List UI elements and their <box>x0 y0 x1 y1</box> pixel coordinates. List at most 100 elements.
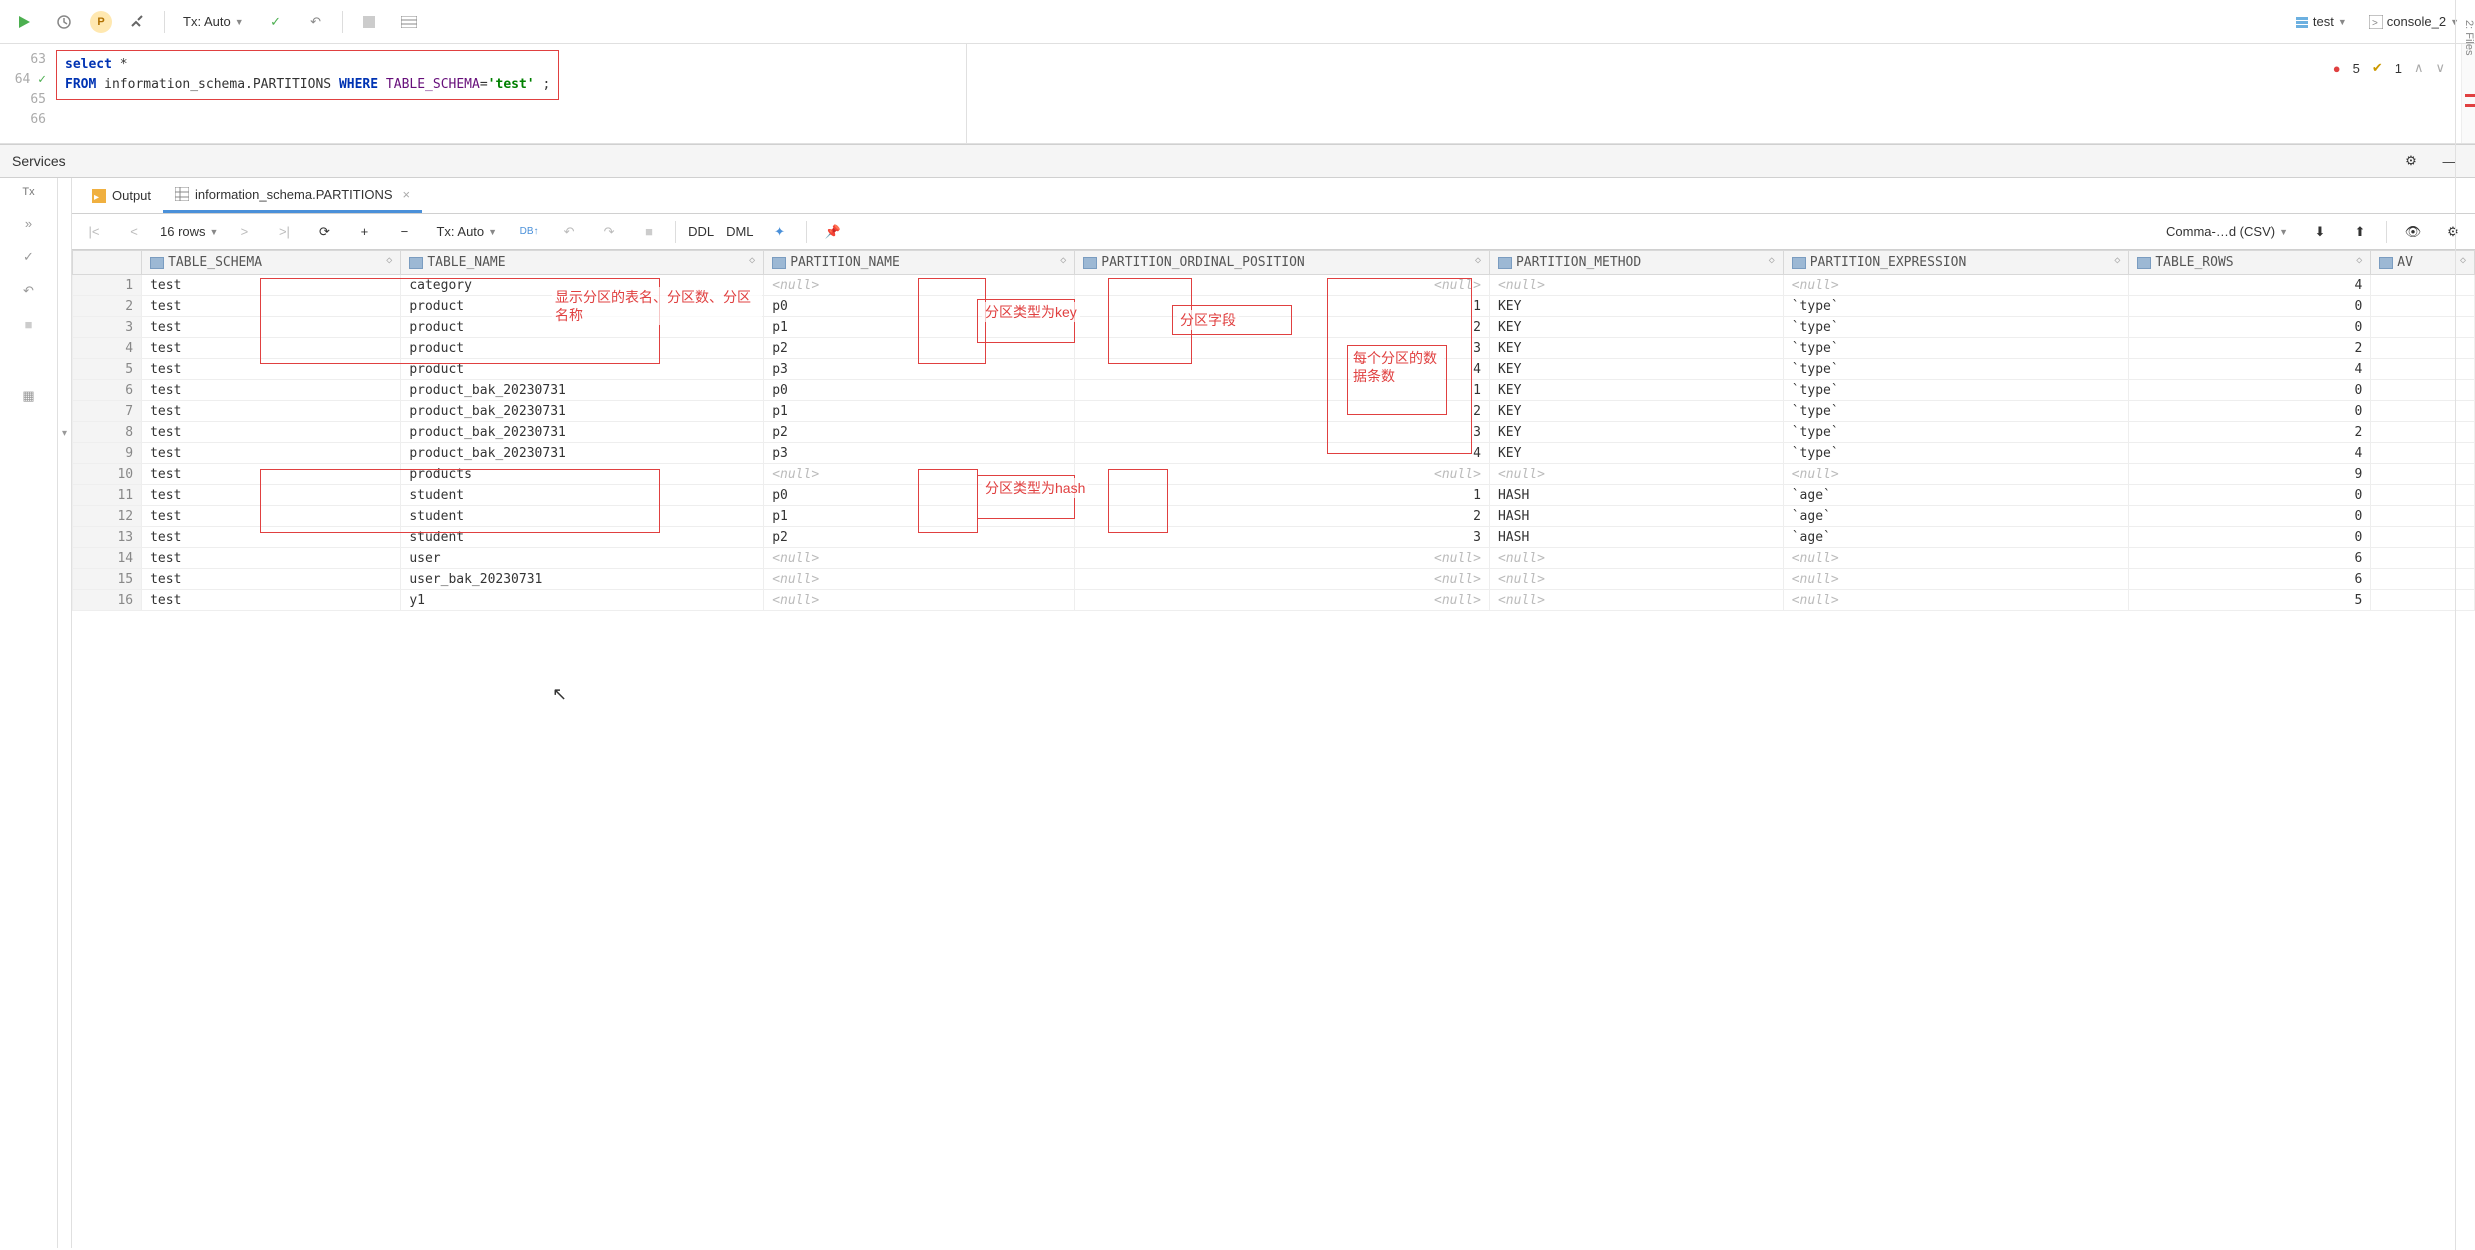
table-row[interactable]: 7testproduct_bak_20230731p12KEY`type`0 <box>73 401 2475 422</box>
column-header[interactable]: TABLE_NAME◇ <box>401 251 764 275</box>
result-tabs: ▸ Output information_schema.PARTITIONS × <box>72 178 2475 214</box>
run-button[interactable] <box>10 8 38 36</box>
commit-button[interactable]: ✓ <box>262 8 290 36</box>
services-settings-icon[interactable]: ⚙ <box>2397 147 2425 175</box>
next-page-icon[interactable]: > <box>230 218 258 246</box>
add-row-icon[interactable]: + <box>350 218 378 246</box>
error-icon: ● <box>2333 61 2341 76</box>
table-row[interactable]: 14testuser<null><null><null><null>6 <box>73 548 2475 569</box>
table-row[interactable]: 16testy1<null><null><null><null>5 <box>73 590 2475 611</box>
tab-label: information_schema.PARTITIONS <box>195 187 392 202</box>
console-select[interactable]: > console_2 ▼ <box>2363 14 2465 29</box>
table-row[interactable]: 3testproductp12KEY`type`0 <box>73 317 2475 338</box>
first-page-icon[interactable]: |< <box>80 218 108 246</box>
prev-page-icon[interactable]: < <box>120 218 148 246</box>
column-header[interactable]: TABLE_ROWS◇ <box>2129 251 2371 275</box>
last-page-icon[interactable]: >| <box>270 218 298 246</box>
table-row[interactable]: 2testproductp01KEY`type`0 <box>73 296 2475 317</box>
remove-row-icon[interactable]: − <box>390 218 418 246</box>
console-label: console_2 <box>2387 14 2446 29</box>
rollback-button[interactable]: ↶ <box>302 8 330 36</box>
results-toolbar: |< < 16 rows ▼ > >| ⟳ + − Tx: Auto ▼ DB↑… <box>72 214 2475 250</box>
settings-button[interactable] <box>124 8 152 36</box>
check-icon: ✓ <box>38 72 46 87</box>
column-header[interactable]: PARTITION_EXPRESSION◇ <box>1783 251 2129 275</box>
table-row[interactable]: 4testproductp23KEY`type`2 <box>73 338 2475 359</box>
expand-icon[interactable]: » <box>25 216 32 231</box>
results-table-area: TABLE_SCHEMA◇TABLE_NAME◇PARTITION_NAME◇P… <box>72 250 2475 1248</box>
tx-mode-select[interactable]: Tx: Auto ▼ <box>177 14 250 29</box>
warning-count: 1 <box>2395 61 2402 76</box>
table-row[interactable]: 13teststudentp23HASH`age`0 <box>73 527 2475 548</box>
right-sidebar[interactable]: 2: Files <box>2455 0 2475 1250</box>
tab-label: Output <box>112 188 151 203</box>
upload-icon[interactable]: ⬆ <box>2346 218 2374 246</box>
left-tool-strip: Tx » ✓ ↶ ■ ▦ <box>0 178 58 1248</box>
tx-label: Tx <box>22 186 34 198</box>
inspection-widget[interactable]: ●5 ✔1 ∧ ∨ <box>2333 60 2445 76</box>
undo-icon[interactable]: ↶ <box>23 283 34 299</box>
check-icon[interactable]: ✓ <box>23 249 34 265</box>
warning-icon: ✔ <box>2372 60 2383 76</box>
tx-mode-select2[interactable]: Tx: Auto ▼ <box>430 224 503 239</box>
results-table[interactable]: TABLE_SCHEMA◇TABLE_NAME◇PARTITION_NAME◇P… <box>72 250 2475 611</box>
main-toolbar: P Tx: Auto ▼ ✓ ↶ test ▼ > console_2 ▼ <box>0 0 2475 44</box>
rows-count-select[interactable]: 16 rows ▼ <box>160 224 218 239</box>
stop-icon2[interactable]: ■ <box>635 218 663 246</box>
ddl-button[interactable]: DDL <box>688 224 714 239</box>
explain-button[interactable]: P <box>90 11 112 33</box>
services-title: Services <box>12 153 66 169</box>
eye-icon[interactable]: 👁 <box>2399 218 2427 246</box>
stop-icon[interactable]: ■ <box>25 317 33 332</box>
export-format-select[interactable]: Comma-…d (CSV) ▼ <box>2160 224 2294 239</box>
column-header[interactable]: TABLE_SCHEMA◇ <box>142 251 401 275</box>
files-tab[interactable]: 2: Files <box>2456 20 2475 55</box>
compare-icon[interactable]: ✦ <box>766 218 794 246</box>
dml-button[interactable]: DML <box>726 224 753 239</box>
schema-label: test <box>2313 14 2334 29</box>
close-icon[interactable]: × <box>403 187 411 202</box>
sql-editor[interactable]: 63 64 ✓ 65 66 select * FROM information_… <box>0 44 2475 144</box>
history-button[interactable] <box>50 8 78 36</box>
output-icon: ▸ <box>92 189 106 203</box>
schema-icon <box>2295 15 2309 29</box>
chevron-up-icon[interactable]: ∧ <box>2414 60 2424 76</box>
reload-icon[interactable]: ⟳ <box>310 218 338 246</box>
services-header: Services ⚙ — <box>0 144 2475 178</box>
tx-mode-label: Tx: Auto <box>183 14 231 29</box>
table-row[interactable]: 8testproduct_bak_20230731p23KEY`type`2 <box>73 422 2475 443</box>
table-row[interactable]: 6testproduct_bak_20230731p01KEY`type`0 <box>73 380 2475 401</box>
table-row[interactable]: 1testcategory<null><null><null><null>4 <box>73 275 2475 296</box>
column-header[interactable]: PARTITION_ORDINAL_POSITION◇ <box>1075 251 1490 275</box>
table-row[interactable]: 15testuser_bak_20230731<null><null><null… <box>73 569 2475 590</box>
column-header[interactable]: PARTITION_METHOD◇ <box>1489 251 1783 275</box>
tab-output[interactable]: ▸ Output <box>80 178 163 213</box>
table-row[interactable]: 9testproduct_bak_20230731p34KEY`type`4 <box>73 443 2475 464</box>
redo-icon[interactable]: ↷ <box>595 218 623 246</box>
chevron-down-icon: ▾ <box>62 428 67 439</box>
revert-icon[interactable]: ↶ <box>555 218 583 246</box>
code-content[interactable]: select * FROM information_schema.PARTITI… <box>56 44 2461 143</box>
rows-label: 16 rows <box>160 224 206 239</box>
download-icon[interactable]: ⬇ <box>2306 218 2334 246</box>
svg-text:>: > <box>2372 18 2378 29</box>
cursor-icon: ↖ <box>552 684 567 705</box>
table-icon <box>175 187 189 201</box>
pin-icon[interactable]: 📌 <box>819 218 847 246</box>
grid-icon[interactable]: ▦ <box>22 388 34 404</box>
submit-icon[interactable]: DB↑ <box>515 218 543 246</box>
console-icon: > <box>2369 15 2383 29</box>
editor-gutter: 63 64 ✓ 65 66 <box>0 44 56 143</box>
svg-text:▸: ▸ <box>94 192 99 203</box>
view-button[interactable] <box>395 8 423 36</box>
table-row[interactable]: 10testproducts<null><null><null><null>9 <box>73 464 2475 485</box>
stop-button[interactable] <box>355 8 383 36</box>
chevron-down-icon[interactable]: ∨ <box>2435 60 2445 76</box>
column-header[interactable]: PARTITION_NAME◇ <box>764 251 1075 275</box>
table-row[interactable]: 5testproductp34KEY`type`4 <box>73 359 2475 380</box>
table-row[interactable]: 12teststudentp12HASH`age`0 <box>73 506 2475 527</box>
collapse-gutter[interactable]: ▾ <box>58 178 72 1248</box>
table-row[interactable]: 11teststudentp01HASH`age`0 <box>73 485 2475 506</box>
tab-result[interactable]: information_schema.PARTITIONS × <box>163 178 422 213</box>
schema-select[interactable]: test ▼ <box>2289 14 2353 29</box>
